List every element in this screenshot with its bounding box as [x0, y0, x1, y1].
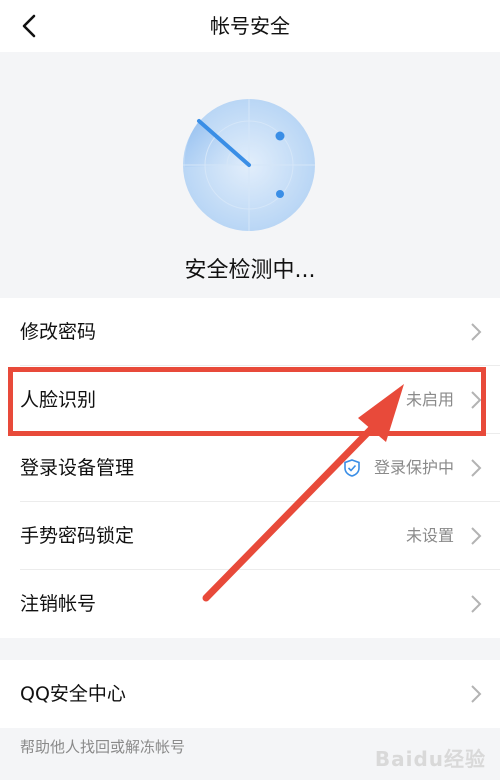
menu-item-label: 修改密码: [20, 321, 97, 343]
radar-icon: [183, 99, 315, 231]
menu-item-cancel-account[interactable]: 注销帐号: [0, 570, 500, 638]
chevron-right-icon: [471, 527, 482, 545]
security-center-help-text: 帮助他人找回或解冻帐号: [20, 738, 186, 756]
menu-item-value: 登录保护中: [373, 458, 454, 477]
page-title: 帐号安全: [210, 14, 290, 38]
settings-list: 修改密码 人脸识别 未启用 登录设备管理 登录保护中 手势密码锁定 未设置 注销…: [0, 298, 500, 638]
menu-item-qq-security-center[interactable]: QQ安全中心: [0, 660, 500, 728]
annotation-highlight-box: [8, 367, 486, 436]
menu-item-value: 未设置: [405, 526, 454, 545]
menu-item-change-password[interactable]: 修改密码: [0, 298, 500, 366]
scan-status-text: 安全检测中...: [184, 258, 316, 283]
watermark: Baidu经验: [374, 747, 486, 771]
chevron-right-icon: [471, 323, 482, 341]
chevron-right-icon: [471, 459, 482, 477]
navigation-bar: 帐号安全: [0, 0, 500, 52]
security-scan-panel: 安全检测中...: [0, 52, 500, 298]
menu-item-label: 注销帐号: [20, 593, 97, 615]
menu-item-gesture-lock[interactable]: 手势密码锁定 未设置: [0, 502, 500, 570]
menu-item-label: 登录设备管理: [20, 457, 135, 479]
shield-check-icon: [344, 459, 360, 477]
menu-item-label: QQ安全中心: [20, 683, 126, 705]
menu-item-device-management[interactable]: 登录设备管理 登录保护中: [0, 434, 500, 502]
menu-item-label: 手势密码锁定: [20, 525, 135, 547]
chevron-right-icon: [471, 685, 482, 703]
chevron-right-icon: [471, 595, 482, 613]
security-center-section: QQ安全中心: [0, 660, 500, 728]
